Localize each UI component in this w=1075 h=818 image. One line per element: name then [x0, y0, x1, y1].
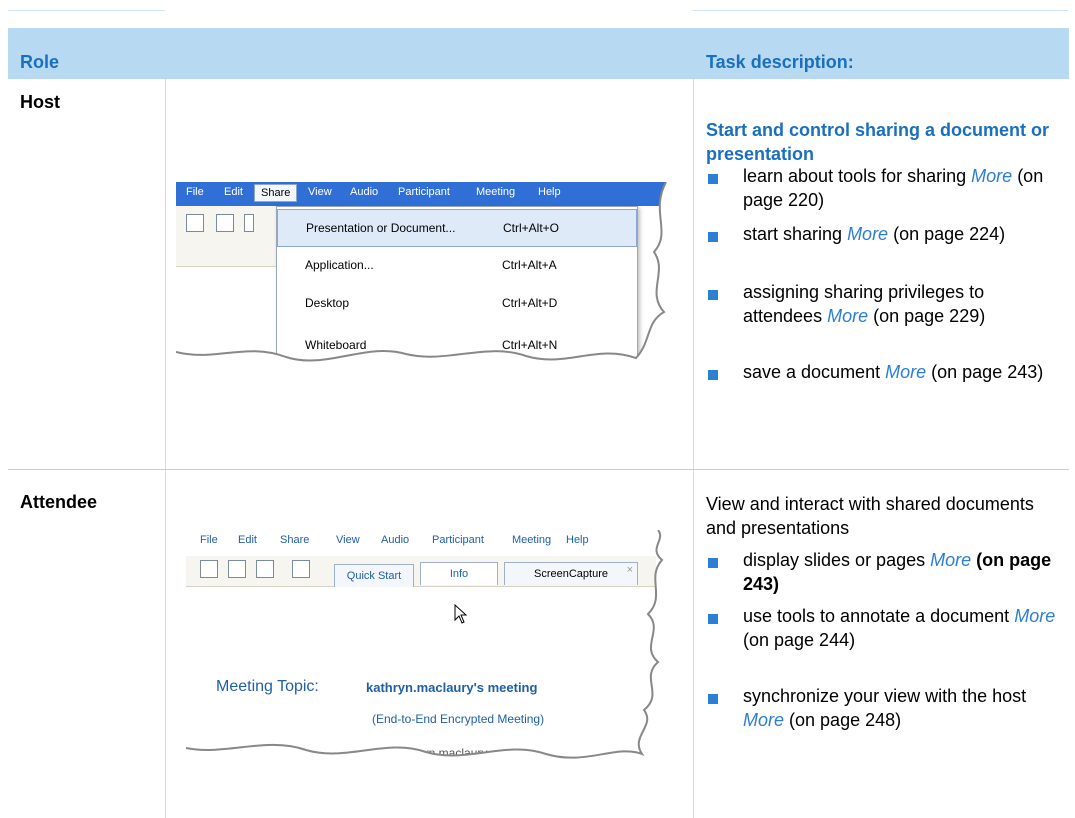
top-rule-left — [8, 10, 165, 11]
list-item: synchronize your view with the host More… — [743, 684, 1061, 732]
attendee-task-title: View and interact with shared documents … — [706, 494, 1034, 538]
more-link[interactable]: More — [743, 710, 784, 730]
bullet — [708, 174, 718, 184]
more-link[interactable]: More — [847, 224, 888, 244]
column-divider-2 — [693, 79, 694, 818]
host-screenshot: File Edit Share View Audio Participant M… — [176, 182, 674, 372]
bullet — [708, 558, 718, 568]
top-rule-right — [693, 10, 1068, 11]
item-text: use tools to annotate a document — [743, 606, 1010, 626]
item-text: save a document — [743, 362, 881, 382]
bullet — [708, 370, 718, 380]
more-link[interactable]: More — [971, 166, 1012, 186]
item-suffix: (on page 244) — [743, 630, 856, 650]
item-text: start sharing — [743, 224, 843, 244]
host-task-title: Start and control sharing a document or … — [706, 120, 1050, 164]
role-host: Host — [20, 92, 60, 112]
attendee-screenshot: File Edit Share View Audio Participant M… — [186, 530, 672, 770]
bullet — [708, 290, 718, 300]
bullet — [708, 614, 718, 624]
item-suffix: (on page 229) — [873, 306, 986, 326]
more-link[interactable]: More — [1014, 606, 1055, 626]
table-header — [8, 28, 1069, 79]
more-link[interactable]: More — [885, 362, 926, 382]
bullet — [708, 232, 718, 242]
more-link[interactable]: More — [827, 306, 868, 326]
item-suffix: (on page 243) — [931, 362, 1044, 382]
list-item: display slides or pages More (on page 24… — [743, 548, 1061, 596]
row-divider — [8, 469, 1069, 470]
item-text: display slides or pages — [743, 550, 926, 570]
column-divider-1 — [165, 79, 166, 818]
item-suffix: (on page 248) — [789, 710, 902, 730]
list-item: assigning sharing privileges to attendee… — [743, 280, 1061, 328]
item-text: synchronize your view with the host — [743, 686, 1027, 706]
item-suffix: (on page 224) — [893, 224, 1006, 244]
bullet — [708, 694, 718, 704]
torn-edge — [186, 530, 672, 770]
more-link[interactable]: More — [930, 550, 971, 570]
list-item: start sharing More (on page 224) — [743, 222, 1061, 246]
role-attendee: Attendee — [20, 492, 98, 512]
torn-edge — [176, 182, 674, 372]
header-role: Role — [20, 52, 60, 72]
item-text: learn about tools for sharing — [743, 166, 967, 186]
list-item: use tools to annotate a document More (o… — [743, 604, 1061, 652]
list-item: learn about tools for sharing More (on p… — [743, 164, 1061, 212]
header-task: Task description: — [706, 52, 854, 72]
list-item: save a document More (on page 243) — [743, 360, 1061, 384]
